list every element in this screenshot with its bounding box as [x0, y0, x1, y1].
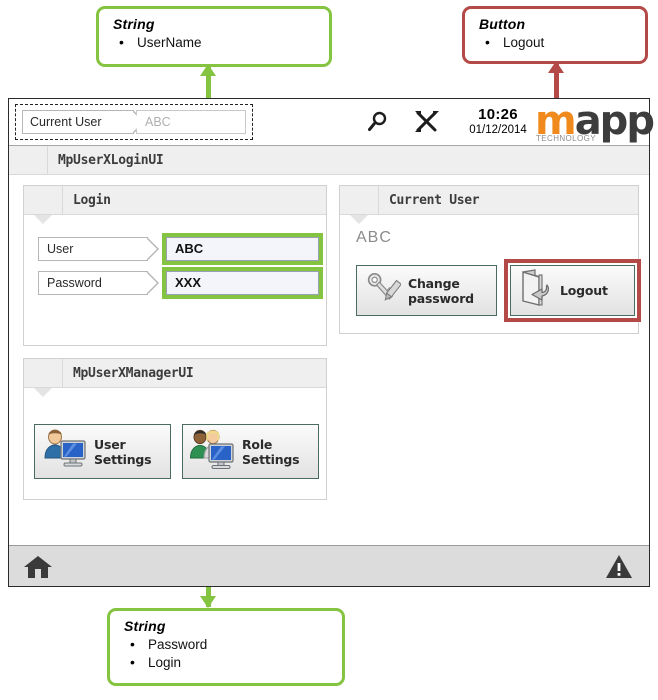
password-field-label: Password: [38, 271, 159, 295]
user-settings-button[interactable]: User Settings: [34, 424, 171, 479]
users-monitor-icon: [189, 428, 235, 475]
home-icon[interactable]: [23, 553, 53, 586]
annotation-arrow-down-green: [200, 596, 216, 608]
current-user-panel-header: Current User: [340, 186, 638, 224]
hmi-window: Current User ABC 10:26 01/12/2014 mapp T…: [8, 98, 655, 587]
logo-tagline: TECHNOLOGY: [536, 134, 597, 143]
login-panel-header: Login: [24, 186, 326, 224]
role-settings-button[interactable]: Role Settings: [182, 424, 319, 479]
field-row-user: User ABC: [38, 237, 323, 261]
hmi-statusbar: [9, 545, 649, 586]
hmi-content: Login User ABC Password XXX Current User…: [9, 175, 649, 574]
tools-icon[interactable]: [413, 109, 441, 140]
user-input[interactable]: ABC: [166, 237, 319, 261]
page-title: MpUserXLoginUI: [58, 153, 164, 168]
manager-panel-header: MpUserXManagerUI: [24, 359, 326, 397]
exit-door-icon: [517, 268, 553, 313]
key-pencil-icon: [363, 269, 402, 312]
change-password-label-line2: password: [408, 290, 474, 306]
current-user-value-field[interactable]: ABC: [136, 110, 246, 134]
page-header-strip: MpUserXLoginUI: [9, 146, 649, 184]
login-panel-title: Login: [73, 193, 111, 208]
clock-time: 10:26: [478, 106, 518, 123]
current-user-panel: Current User ABC Change password Logout: [339, 185, 641, 334]
login-panel-notch: [24, 186, 63, 224]
clock-date: 01/12/2014: [469, 124, 527, 136]
field-row-password: Password XXX: [38, 271, 323, 295]
password-input[interactable]: XXX: [166, 271, 319, 295]
annotation-title: String: [124, 618, 166, 634]
magnifier-icon[interactable]: [365, 109, 391, 140]
annotation-title: Button: [479, 16, 526, 32]
current-user-label: Current User: [22, 110, 145, 134]
annotation-title: String: [113, 16, 155, 32]
user-settings-label-line1: User: [94, 436, 126, 452]
warning-triangle-icon[interactable]: [605, 553, 633, 585]
screenshot-root: String UserName Button Logout String Pas…: [0, 0, 658, 700]
hmi-topbar: Current User ABC 10:26 01/12/2014 mapp T…: [9, 99, 655, 146]
current-user-panel-title: Current User: [389, 193, 480, 208]
role-settings-label: Role Settings: [242, 436, 300, 467]
manager-panel-notch: [24, 359, 63, 397]
annotation-list: Password Login: [124, 635, 330, 672]
annotation-list: UserName: [113, 33, 317, 52]
user-settings-label: User Settings: [94, 436, 152, 467]
mapp-logo: mapp TECHNOLOGY: [535, 100, 655, 144]
annotation-item: Logout: [479, 33, 633, 52]
change-password-label: Change password: [408, 276, 474, 306]
change-password-button[interactable]: Change password: [356, 265, 497, 316]
current-user-name: ABC: [356, 229, 392, 246]
manager-panel: MpUserXManagerUI User Settings Role Sett…: [23, 358, 327, 500]
current-user-panel-notch: [340, 186, 379, 224]
manager-panel-title: MpUserXManagerUI: [73, 366, 194, 381]
annotation-callout-username: String UserName: [96, 6, 332, 67]
annotation-arrow-up-green: [200, 64, 216, 76]
change-password-label-line1: Change: [408, 275, 460, 291]
annotation-item: Password: [124, 635, 330, 654]
clock: 10:26 01/12/2014: [455, 106, 541, 138]
page-header-notch: [9, 146, 48, 184]
annotation-callout-logout: Button Logout: [462, 6, 648, 64]
login-panel: Login User ABC Password XXX: [23, 185, 327, 346]
logout-label: Logout: [560, 283, 608, 298]
annotation-item: Login: [124, 653, 330, 672]
annotation-list: Logout: [479, 33, 633, 52]
logout-button[interactable]: Logout: [510, 265, 635, 316]
user-field-label: User: [38, 237, 159, 261]
annotation-item: UserName: [113, 33, 317, 52]
annotation-arrow-up-red: [548, 61, 564, 73]
annotation-callout-password-login: String Password Login: [107, 608, 345, 686]
user-monitor-icon: [41, 428, 87, 475]
user-settings-label-line2: Settings: [94, 451, 152, 467]
